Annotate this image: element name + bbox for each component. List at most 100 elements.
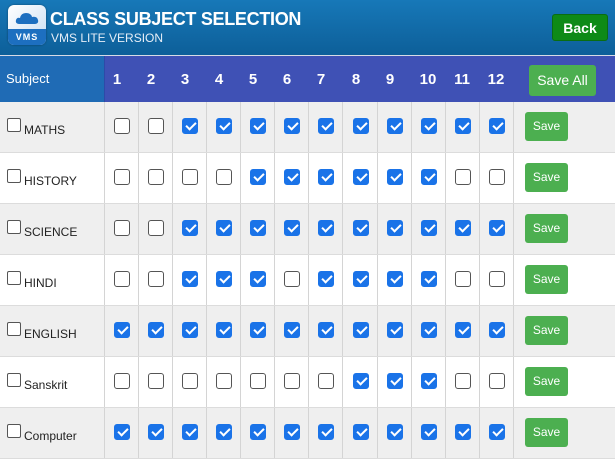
class-3-checkbox[interactable] <box>182 424 198 440</box>
class-1-checkbox[interactable] <box>114 169 130 185</box>
class-9-checkbox[interactable] <box>387 373 403 389</box>
class-12-checkbox[interactable] <box>489 169 505 185</box>
class-5-checkbox[interactable] <box>250 322 266 338</box>
class-4-checkbox[interactable] <box>216 373 232 389</box>
class-11-checkbox[interactable] <box>455 373 471 389</box>
class-8-checkbox[interactable] <box>353 373 369 389</box>
class-3-checkbox[interactable] <box>182 322 198 338</box>
class-4-checkbox[interactable] <box>216 169 232 185</box>
class-10-checkbox[interactable] <box>421 373 437 389</box>
class-10-checkbox[interactable] <box>421 424 437 440</box>
save-button[interactable]: Save <box>525 112 568 141</box>
save-button[interactable]: Save <box>525 418 568 447</box>
subject-select-checkbox[interactable] <box>7 169 21 183</box>
class-11-checkbox[interactable] <box>455 271 471 287</box>
class-4-checkbox[interactable] <box>216 271 232 287</box>
save-button[interactable]: Save <box>525 316 568 345</box>
class-6-checkbox[interactable] <box>284 271 300 287</box>
class-8-checkbox[interactable] <box>353 271 369 287</box>
class-8-checkbox[interactable] <box>353 220 369 236</box>
class-10-checkbox[interactable] <box>421 322 437 338</box>
class-10-checkbox[interactable] <box>421 220 437 236</box>
class-9-checkbox[interactable] <box>387 220 403 236</box>
subject-select-checkbox[interactable] <box>7 373 21 387</box>
class-9-checkbox[interactable] <box>387 424 403 440</box>
class-8-checkbox[interactable] <box>353 118 369 134</box>
class-6-checkbox[interactable] <box>284 322 300 338</box>
class-2-checkbox[interactable] <box>148 169 164 185</box>
class-11-checkbox[interactable] <box>455 322 471 338</box>
class-7-checkbox[interactable] <box>318 322 334 338</box>
class-2-checkbox[interactable] <box>148 373 164 389</box>
save-all-button[interactable]: Save All <box>529 65 596 96</box>
class-5-checkbox[interactable] <box>250 169 266 185</box>
class-4-checkbox[interactable] <box>216 220 232 236</box>
class-2-checkbox[interactable] <box>148 424 164 440</box>
class-9-checkbox[interactable] <box>387 322 403 338</box>
class-5-checkbox[interactable] <box>250 373 266 389</box>
class-6-checkbox[interactable] <box>284 424 300 440</box>
subject-select-checkbox[interactable] <box>7 271 21 285</box>
class-10-checkbox[interactable] <box>421 118 437 134</box>
class-9-checkbox[interactable] <box>387 271 403 287</box>
class-4-checkbox[interactable] <box>216 424 232 440</box>
class-3-checkbox[interactable] <box>182 220 198 236</box>
class-7-checkbox[interactable] <box>318 424 334 440</box>
class-7-checkbox[interactable] <box>318 271 334 287</box>
class-5-checkbox[interactable] <box>250 220 266 236</box>
class-11-checkbox[interactable] <box>455 424 471 440</box>
class-10-checkbox[interactable] <box>421 271 437 287</box>
class-6-checkbox[interactable] <box>284 220 300 236</box>
save-button[interactable]: Save <box>525 367 568 396</box>
class-3-checkbox[interactable] <box>182 118 198 134</box>
class-1-checkbox[interactable] <box>114 220 130 236</box>
class-5-checkbox[interactable] <box>250 271 266 287</box>
class-1-checkbox[interactable] <box>114 271 130 287</box>
class-9-checkbox[interactable] <box>387 118 403 134</box>
class-7-checkbox[interactable] <box>318 373 334 389</box>
save-button[interactable]: Save <box>525 163 568 192</box>
class-1-checkbox[interactable] <box>114 322 130 338</box>
class-10-checkbox[interactable] <box>421 169 437 185</box>
class-3-checkbox[interactable] <box>182 271 198 287</box>
class-2-checkbox[interactable] <box>148 322 164 338</box>
save-button[interactable]: Save <box>525 214 568 243</box>
class-7-checkbox[interactable] <box>318 220 334 236</box>
subject-select-checkbox[interactable] <box>7 118 21 132</box>
save-button[interactable]: Save <box>525 265 568 294</box>
class-1-checkbox[interactable] <box>114 424 130 440</box>
class-12-checkbox[interactable] <box>489 271 505 287</box>
class-5-checkbox[interactable] <box>250 118 266 134</box>
class-12-checkbox[interactable] <box>489 373 505 389</box>
class-6-checkbox[interactable] <box>284 169 300 185</box>
class-8-checkbox[interactable] <box>353 169 369 185</box>
class-12-checkbox[interactable] <box>489 424 505 440</box>
class-4-checkbox[interactable] <box>216 322 232 338</box>
class-2-checkbox[interactable] <box>148 271 164 287</box>
class-4-checkbox[interactable] <box>216 118 232 134</box>
class-8-checkbox[interactable] <box>353 424 369 440</box>
class-7-checkbox[interactable] <box>318 118 334 134</box>
subject-select-checkbox[interactable] <box>7 220 21 234</box>
class-3-checkbox[interactable] <box>182 373 198 389</box>
class-1-checkbox[interactable] <box>114 118 130 134</box>
class-11-checkbox[interactable] <box>455 118 471 134</box>
back-button[interactable]: Back <box>552 14 608 41</box>
class-6-checkbox[interactable] <box>284 373 300 389</box>
class-8-checkbox[interactable] <box>353 322 369 338</box>
class-11-checkbox[interactable] <box>455 169 471 185</box>
subject-select-checkbox[interactable] <box>7 322 21 336</box>
class-1-checkbox[interactable] <box>114 373 130 389</box>
class-12-checkbox[interactable] <box>489 322 505 338</box>
class-12-checkbox[interactable] <box>489 220 505 236</box>
subject-select-checkbox[interactable] <box>7 424 21 438</box>
class-5-checkbox[interactable] <box>250 424 266 440</box>
class-11-checkbox[interactable] <box>455 220 471 236</box>
class-7-checkbox[interactable] <box>318 169 334 185</box>
class-2-checkbox[interactable] <box>148 118 164 134</box>
class-6-checkbox[interactable] <box>284 118 300 134</box>
class-2-checkbox[interactable] <box>148 220 164 236</box>
class-9-checkbox[interactable] <box>387 169 403 185</box>
class-12-checkbox[interactable] <box>489 118 505 134</box>
class-3-checkbox[interactable] <box>182 169 198 185</box>
